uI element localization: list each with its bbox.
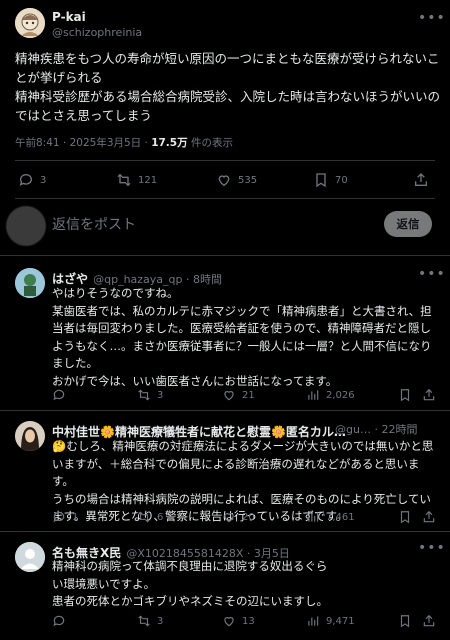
repost-icon [138,389,150,401]
bookmark-action[interactable] [398,614,412,628]
reply-action[interactable]: 3 [18,172,46,188]
repost-icon [138,615,150,627]
share-action[interactable] [422,388,436,402]
more-icon[interactable]: ••• [418,10,446,26]
avatar-illustration-icon [15,8,45,38]
repost-icon [117,173,131,187]
composer-avatar [6,206,46,246]
reply-submit-button[interactable]: 返信 [384,211,432,237]
like-action[interactable]: 20 [222,510,255,524]
main-post-timestamp[interactable]: 午前8:41 · 2025年3月5日 · [15,137,151,149]
more-icon[interactable]: ••• [418,266,446,282]
bookmark-icon [400,615,410,628]
reply-author-name[interactable]: はざや [52,272,88,286]
reply-avatar[interactable] [15,421,45,451]
divider [0,255,450,256]
reply-action[interactable]: 1 [52,510,78,524]
like-icon [224,617,234,627]
share-icon [423,614,435,627]
repost-action[interactable]: 6 [137,510,163,524]
repost-count: 3 [157,389,164,401]
reply-body: 精神科の病院って体調不良理由に退院する奴出るぐらい環境悪いですよ。 患者の死体と… [52,559,328,608]
share-action[interactable] [422,614,436,628]
divider [15,198,435,199]
reply-avatar[interactable] [15,268,45,298]
reply-icon [53,615,65,627]
views-action[interactable]: 9,471 [306,614,355,628]
repost-count: 6 [157,511,164,523]
reply-action[interactable] [52,614,72,628]
like-icon [224,391,234,401]
bookmark-action[interactable] [398,388,412,402]
repost-action[interactable]: 121 [116,172,157,188]
views-icon [308,390,319,400]
like-icon [218,175,230,187]
main-post-meta: 午前8:41 · 2025年3月5日 · 17.5万 件の表示 [15,135,233,150]
repost-action[interactable]: 3 [137,614,163,628]
repost-icon [138,511,150,523]
like-count: 535 [238,174,258,186]
like-icon [224,513,234,523]
bookmark-action[interactable] [398,510,412,524]
share-icon [423,388,435,401]
main-post-author-handle[interactable]: @schizophreinia [52,26,142,39]
reply-author-handle[interactable]: @gu… · 22時間 [335,421,417,437]
bookmark-icon [400,511,410,524]
views-action[interactable]: 2,026 [306,388,355,402]
more-icon[interactable]: ••• [418,540,446,556]
bookmark-icon [316,173,326,188]
share-icon [423,510,435,523]
default-profile-icon [15,542,45,572]
share-icon [415,173,427,186]
reply-count: 3 [40,174,47,186]
main-post-body: 精神疾患をもつ人の寿命が短い原因の一つにまともな医療が受けられないことが挙げられ… [15,51,441,123]
views-count: 7,461 [326,511,355,523]
like-count: 20 [242,511,255,523]
reply-body: やはりそうなのですね。 某歯医者では、私のカルテに赤マジックで「精神病患者」と大… [52,286,432,388]
main-post-avatar[interactable] [15,8,45,38]
reply-author-name[interactable]: 中村佳世🌼精神医療犠牲者に献花と慰霊🌼匿名カル… [52,425,346,439]
share-action[interactable] [413,172,429,188]
like-action[interactable]: 21 [222,388,255,402]
like-action[interactable]: 535 [216,172,257,188]
repost-count: 121 [138,174,158,186]
reply-count: 1 [72,511,79,523]
views-icon [308,616,319,626]
repost-count: 3 [157,615,164,627]
share-action[interactable] [422,510,436,524]
views-count: 9,471 [326,615,355,627]
reply-icon [53,511,65,523]
like-count: 13 [242,615,255,627]
bookmark-action[interactable]: 70 [313,172,348,188]
bookmark-count: 70 [335,174,348,186]
divider [0,410,450,411]
views-count: 2,026 [326,389,355,401]
bookmark-icon [400,389,410,402]
avatar-portrait-icon [15,421,45,451]
reply-input[interactable]: 返信をポスト [52,214,136,234]
reply-icon [53,389,65,401]
avatar-illustration-icon [15,268,45,298]
main-post-view-count: 17.5万 [151,137,188,149]
reply-action[interactable] [52,388,72,402]
main-post-view-suffix: 件の表示 [187,137,233,149]
reply-avatar[interactable] [15,542,45,572]
like-count: 21 [242,389,255,401]
views-icon [308,512,319,522]
main-post-author-name[interactable]: P-kai [52,10,86,24]
divider [15,160,435,161]
views-action[interactable]: 7,461 [306,510,355,524]
reply-icon [19,174,32,186]
divider [0,531,450,532]
repost-action[interactable]: 3 [137,388,163,402]
like-action[interactable]: 13 [222,614,255,628]
